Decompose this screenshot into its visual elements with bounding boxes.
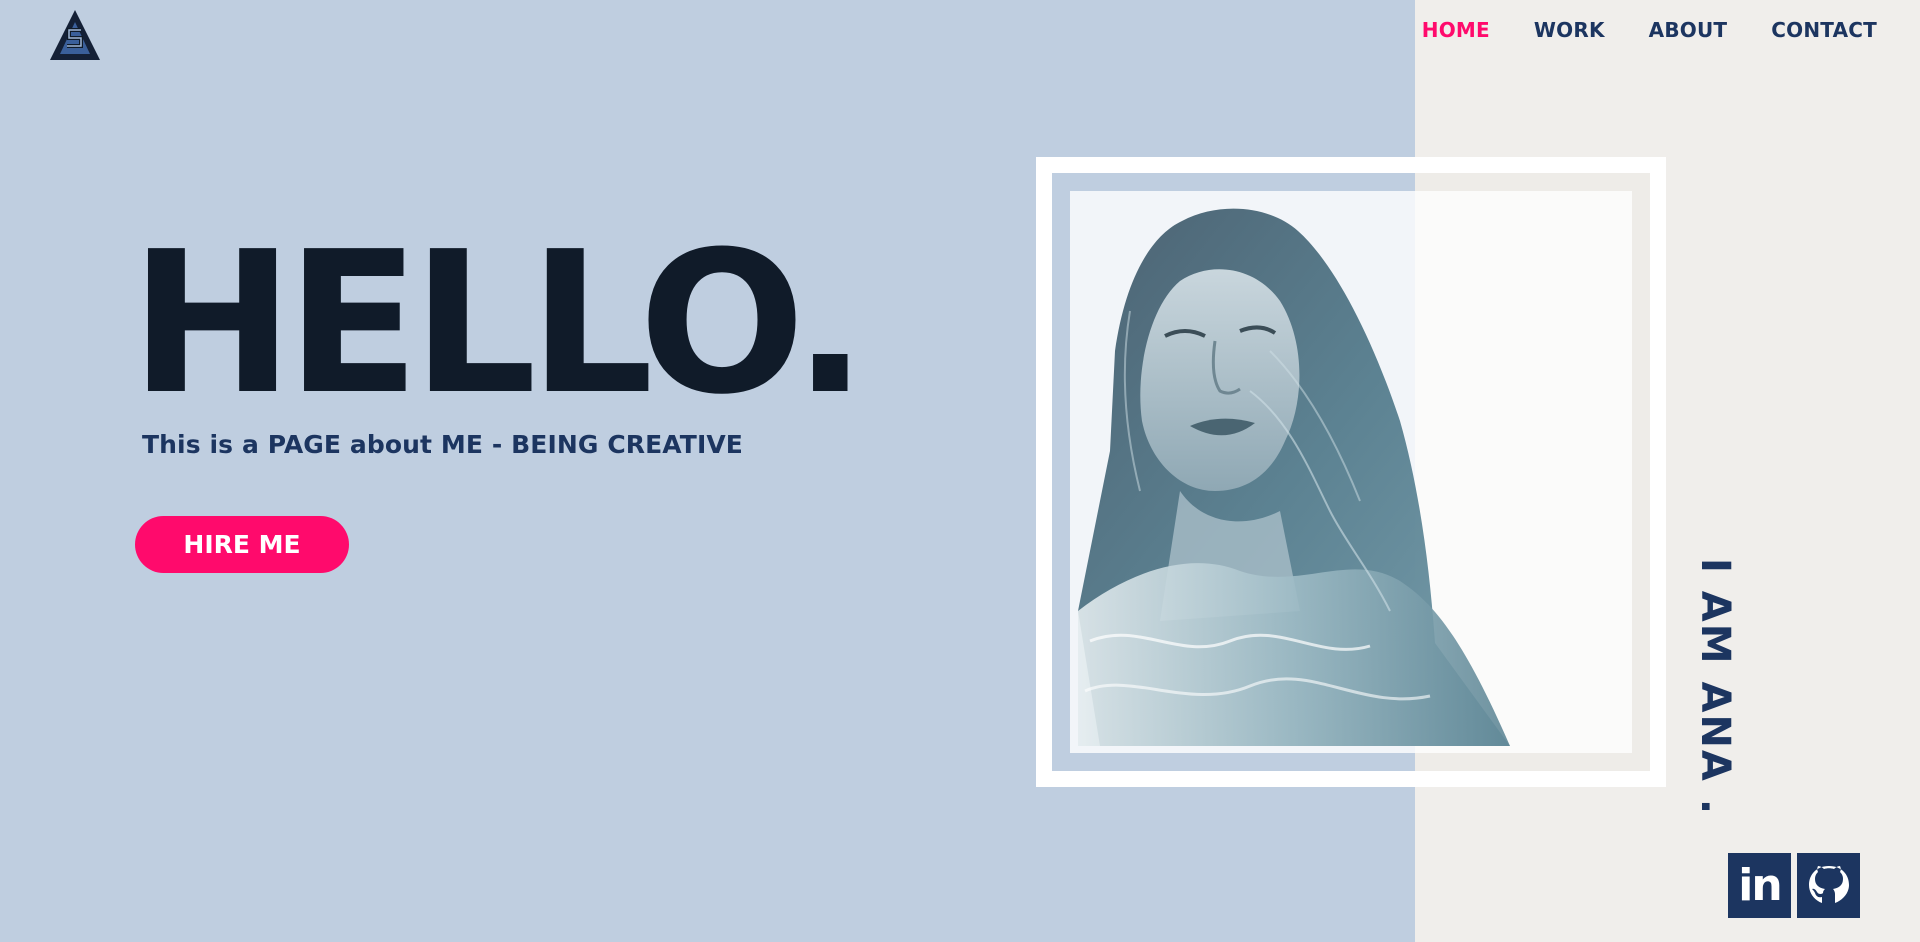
page: HOME WORK ABOUT CONTACT HELLO. This is a… xyxy=(0,0,1920,942)
hire-me-button[interactable]: HIRE ME xyxy=(135,516,349,573)
logo[interactable] xyxy=(48,8,102,62)
hero-title: HELLO. xyxy=(130,210,867,438)
linkedin-icon: in xyxy=(1738,859,1782,911)
linkedin-button[interactable]: in xyxy=(1728,853,1791,918)
photo-frame xyxy=(1036,157,1666,787)
nav-about[interactable]: ABOUT xyxy=(1649,18,1728,42)
photo-area xyxy=(1070,191,1632,753)
nav-contact[interactable]: CONTACT xyxy=(1771,18,1877,42)
nav-home[interactable]: HOME xyxy=(1422,18,1490,42)
main-nav: HOME WORK ABOUT CONTACT xyxy=(1422,18,1877,42)
social-links: in xyxy=(1728,853,1860,918)
nav-work[interactable]: WORK xyxy=(1534,18,1605,42)
hero-subtitle: This is a PAGE about ME - BEING CREATIVE xyxy=(142,430,743,459)
triangle-s-logo-icon xyxy=(50,10,100,60)
portrait-image xyxy=(1078,208,1510,746)
github-button[interactable] xyxy=(1797,853,1860,918)
vertical-name-text: I AM ANA . xyxy=(1692,558,1738,817)
github-icon xyxy=(1808,865,1849,903)
